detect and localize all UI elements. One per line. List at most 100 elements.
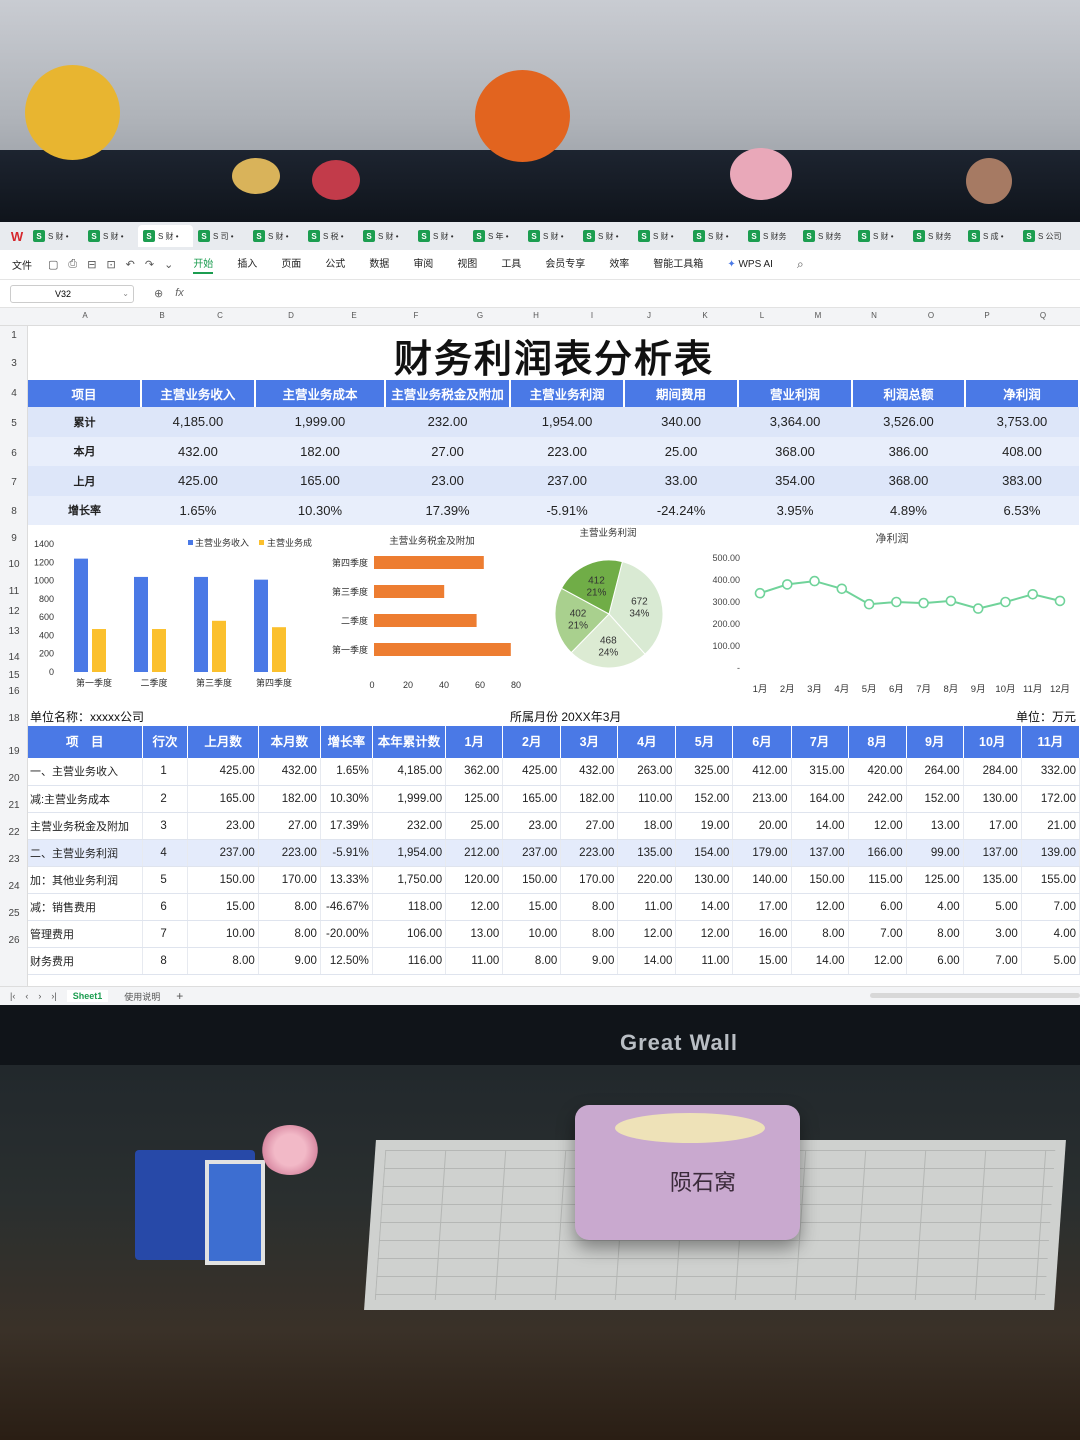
row-header[interactable]: 13 [0, 626, 28, 637]
table-cell[interactable]: 99.00 [906, 839, 964, 867]
summary-cell[interactable]: 383.00 [964, 466, 1079, 496]
document-tab[interactable]: SS 司 • [193, 225, 248, 247]
table-cell[interactable]: 5.00 [963, 893, 1022, 921]
table-cell[interactable]: 152.00 [906, 785, 964, 813]
column-header[interactable]: O [928, 311, 934, 320]
table-cell[interactable]: 110.00 [617, 785, 677, 813]
document-tab[interactable]: SS 公司 [1018, 225, 1073, 247]
bar-mark[interactable] [152, 629, 166, 672]
table-cell[interactable]: 15.00 [732, 947, 792, 975]
row-header[interactable]: 5 [0, 418, 28, 429]
row-header[interactable]: 6 [0, 448, 28, 459]
line-point[interactable] [891, 596, 902, 608]
summary-row-label[interactable]: 本月 [28, 436, 141, 466]
table-cell[interactable]: 116.00 [372, 947, 447, 975]
table-cell[interactable]: 8.00 [258, 893, 321, 921]
table-cell[interactable]: 14.00 [791, 812, 849, 840]
table-cell[interactable]: 137.00 [963, 839, 1022, 867]
table-cell[interactable]: 154.00 [675, 839, 734, 867]
table-cell[interactable]: 165.00 [187, 785, 259, 813]
wps-ai-button[interactable]: ✦ WPS AI [727, 259, 773, 270]
row-header[interactable]: 25 [0, 908, 28, 919]
table-cell[interactable]: 170.00 [560, 866, 619, 894]
table-cell[interactable]: 432.00 [258, 758, 321, 786]
table-cell[interactable]: 139.00 [1021, 839, 1080, 867]
table-cell[interactable]: 332.00 [1021, 758, 1080, 786]
print-icon[interactable]: ⊟ [87, 258, 96, 271]
summary-cell[interactable]: 1.65% [140, 495, 255, 525]
table-cell[interactable]: 8.00 [560, 920, 619, 948]
table-cell[interactable]: 425.00 [502, 758, 562, 786]
column-header[interactable]: A [82, 311, 87, 320]
table-cell[interactable]: 27.00 [560, 812, 619, 840]
table-cell[interactable]: 325.00 [675, 758, 734, 786]
bar-mark[interactable] [374, 585, 445, 598]
document-tab[interactable]: SS 财 • [248, 225, 303, 247]
table-cell[interactable]: 170.00 [258, 866, 321, 894]
line-point[interactable] [836, 583, 848, 595]
row-label[interactable]: 减：销售费用 [28, 893, 143, 921]
row-header[interactable]: 9 [0, 533, 28, 544]
table-cell[interactable]: -20.00% [320, 920, 373, 948]
menu-item[interactable]: 工具 [501, 255, 521, 274]
document-tab[interactable]: SS 财 • [358, 225, 413, 247]
table-cell[interactable]: 172.00 [1021, 785, 1080, 813]
column-header[interactable]: Q [1040, 311, 1046, 320]
row-label[interactable]: 一、主营业务收入 [28, 758, 143, 786]
table-cell[interactable]: 12.00 [848, 947, 907, 975]
name-box[interactable]: V32 ⌄ [10, 284, 134, 303]
row-header[interactable]: 24 [0, 881, 28, 892]
table-cell[interactable]: 1,954.00 [372, 839, 447, 867]
bar-mark[interactable] [134, 576, 148, 672]
row-label[interactable]: 管理费用 [28, 920, 143, 948]
table-cell[interactable]: 182.00 [258, 785, 321, 813]
column-header[interactable]: J [647, 311, 651, 320]
table-cell[interactable]: 25.00 [445, 812, 504, 840]
row-label[interactable]: 减:主营业务成本 [28, 785, 143, 813]
line-point[interactable] [1000, 596, 1011, 608]
summary-cell[interactable]: 425.00 [140, 466, 255, 496]
summary-cell[interactable]: 3,364.00 [738, 407, 852, 437]
table-cell[interactable]: 23.00 [502, 812, 562, 840]
summary-cell[interactable]: 10.30% [254, 495, 386, 525]
table-cell[interactable]: -5.91% [320, 839, 373, 867]
table-cell[interactable]: 4.00 [906, 893, 964, 921]
table-cell[interactable]: 6.00 [848, 893, 907, 921]
table-cell[interactable]: 179.00 [732, 839, 792, 867]
menu-item[interactable]: 会员专享 [545, 255, 585, 274]
table-cell[interactable]: 155.00 [1021, 866, 1080, 894]
document-tab[interactable]: SS 财 • [138, 225, 193, 247]
summary-cell[interactable]: 340.00 [624, 407, 739, 437]
column-header[interactable]: N [871, 311, 877, 320]
row-label[interactable]: 主营业务税金及附加 [28, 812, 143, 840]
menu-item[interactable]: 页面 [281, 255, 301, 274]
sheet-tab-instructions[interactable]: 使用说明 [118, 989, 166, 1004]
summary-cell[interactable]: 1,954.00 [510, 407, 625, 437]
table-cell[interactable]: 21.00 [1021, 812, 1080, 840]
table-cell[interactable]: 20.00 [732, 812, 792, 840]
column-header[interactable]: H [533, 311, 539, 320]
save-icon[interactable]: ▢ [48, 258, 58, 271]
table-cell[interactable]: 6 [142, 893, 189, 921]
line-point[interactable] [781, 579, 793, 590]
table-cell[interactable]: 213.00 [732, 785, 792, 813]
table-cell[interactable]: 315.00 [791, 758, 849, 786]
table-cell[interactable]: 4 [142, 839, 189, 867]
menu-item[interactable]: 效率 [609, 255, 629, 274]
column-header[interactable]: L [760, 311, 764, 320]
table-cell[interactable]: 412.00 [732, 758, 792, 786]
table-cell[interactable]: 13.00 [906, 812, 964, 840]
table-cell[interactable]: 120.00 [445, 866, 504, 894]
document-tab[interactable]: SS 财 • [523, 225, 578, 247]
table-cell[interactable]: 212.00 [445, 839, 504, 867]
document-tab[interactable]: SS 财 • [853, 225, 908, 247]
table-cell[interactable]: 23.00 [187, 812, 259, 840]
row-header[interactable]: 15 [0, 670, 28, 681]
document-tab[interactable]: SS 年 • [468, 225, 523, 247]
menu-item[interactable]: 公式 [325, 255, 345, 274]
table-cell[interactable]: 19.00 [675, 812, 734, 840]
table-cell[interactable]: 12.00 [791, 893, 849, 921]
sheet-tab-sheet1[interactable]: Sheet1 [66, 990, 109, 1002]
table-cell[interactable]: 8 [142, 947, 189, 975]
table-cell[interactable]: 14.00 [791, 947, 849, 975]
